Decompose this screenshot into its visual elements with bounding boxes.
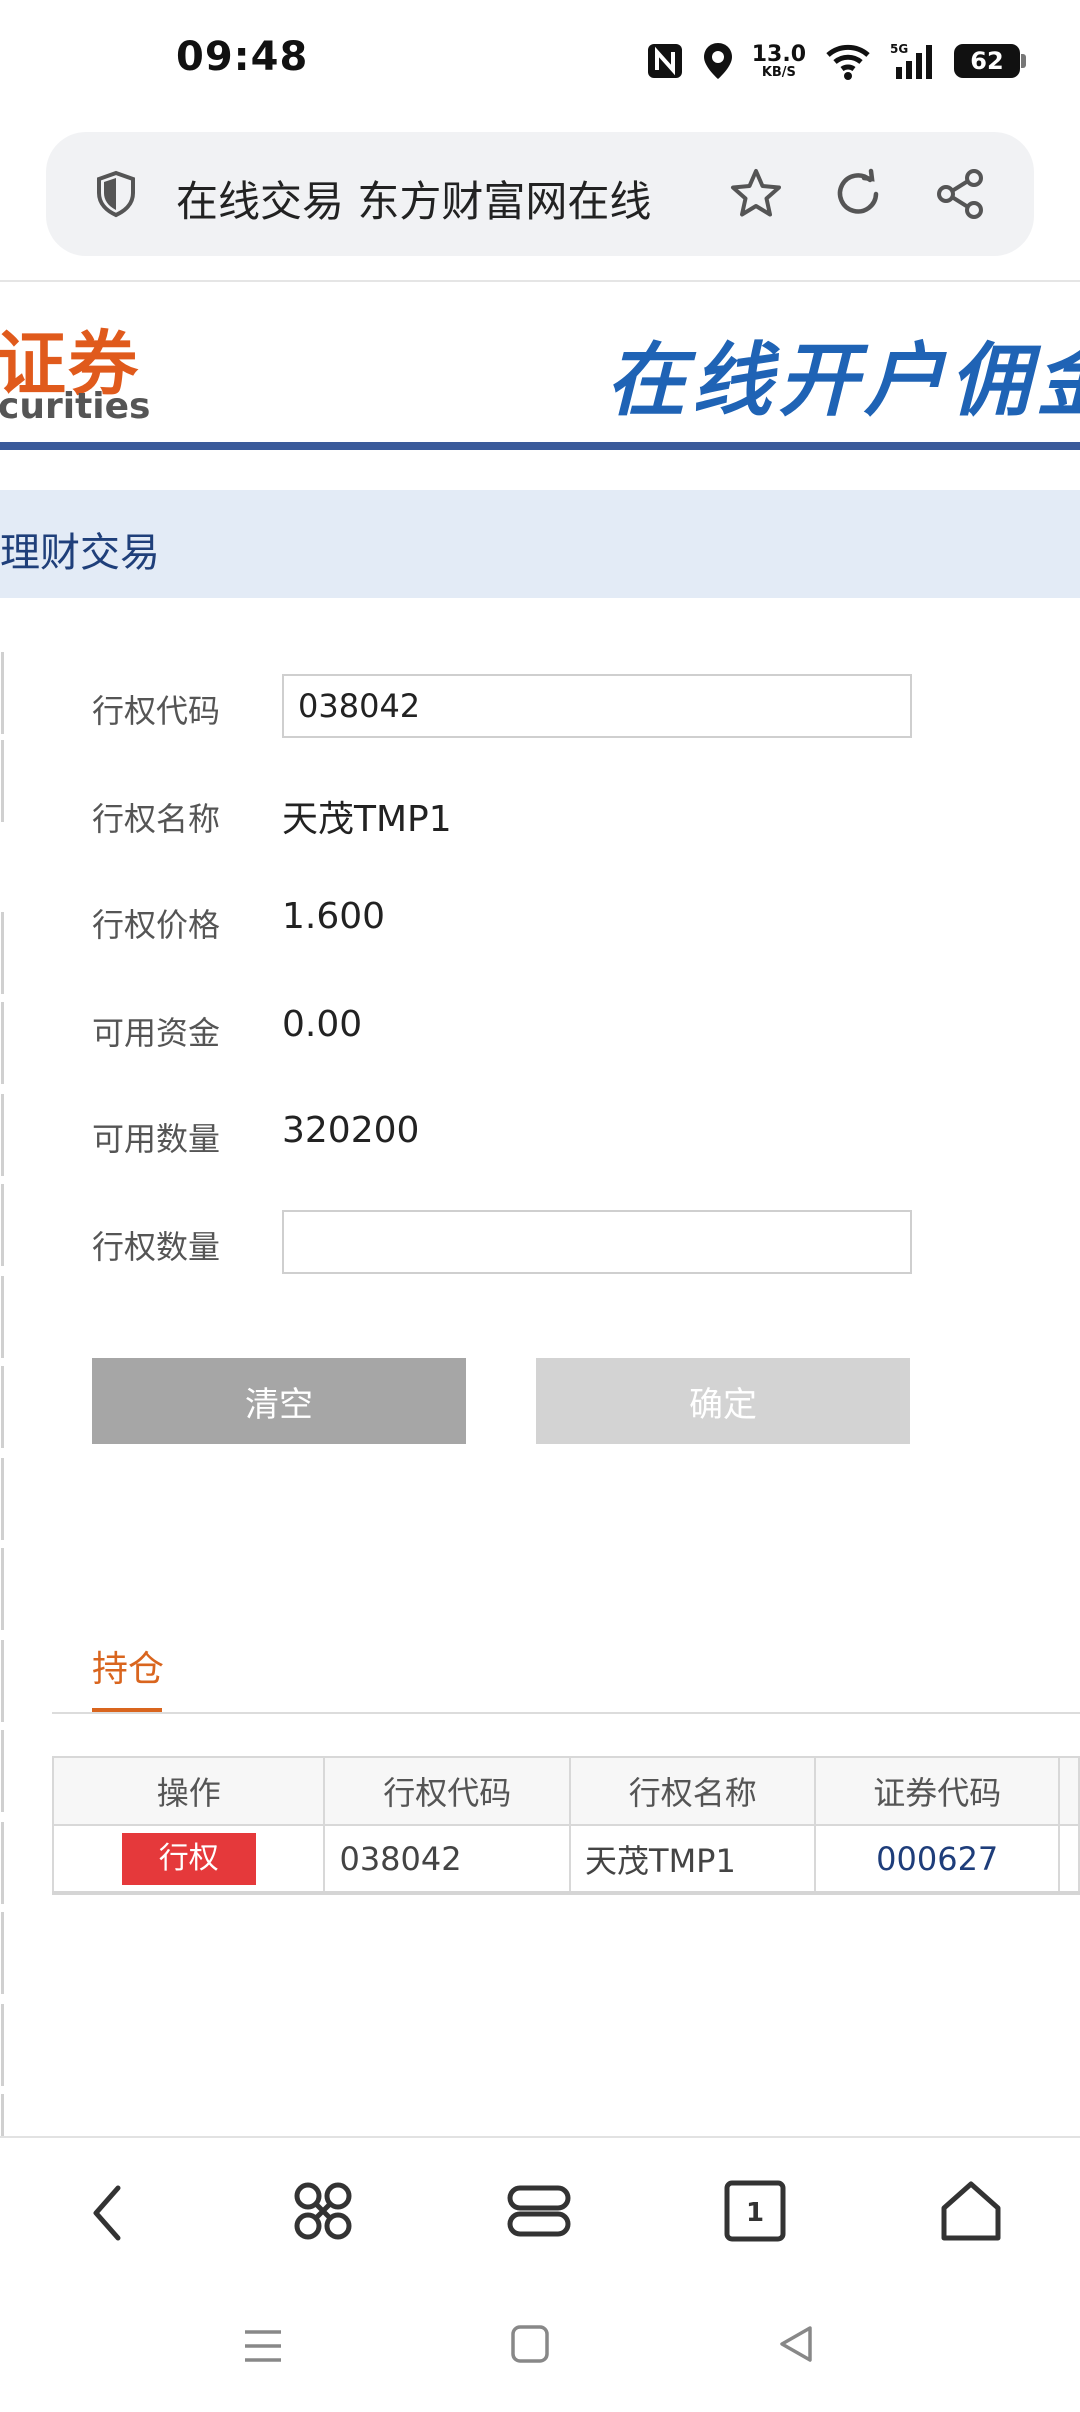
sidebar-fragment xyxy=(0,1640,4,1722)
apps-icon[interactable] xyxy=(290,2178,356,2244)
banner-slogan[interactable]: 在线开户佣金 xyxy=(606,316,1080,432)
sidebar-fragment xyxy=(0,740,4,822)
exercise-quantity-label: 行权数量 xyxy=(92,1228,221,1266)
tabs-icon[interactable]: 1 xyxy=(722,2178,788,2244)
column-header: 行权名称 xyxy=(569,1756,817,1826)
exercise-code-cell: 038042 xyxy=(323,1824,572,1894)
sidebar-fragment xyxy=(0,1366,4,1448)
column-header-cut xyxy=(1057,1756,1080,1826)
table-row: 行权 038042 天茂TMP1 000627 xyxy=(51,1824,1080,1894)
site-banner: 证券 curities 在线开户佣金 xyxy=(0,282,1080,448)
column-header: 操作 xyxy=(51,1756,326,1826)
available-funds-label: 可用资金 xyxy=(92,1014,221,1052)
exercise-name-cell: 天茂TMP1 xyxy=(569,1824,817,1894)
column-header: 证券代码 xyxy=(814,1756,1060,1826)
tab-holdings[interactable]: 持仓 xyxy=(92,1640,164,1692)
battery-indicator: 62 xyxy=(954,44,1026,78)
status-icons: 13.0 KB/S 5G 62 xyxy=(646,36,1026,86)
sidebar-fragment xyxy=(0,912,4,994)
banner-rule xyxy=(0,442,1080,450)
sidebar-fragment xyxy=(0,1458,4,1540)
logo-text-en: curities xyxy=(0,386,151,427)
exercise-quantity-input[interactable] xyxy=(282,1210,912,1274)
action-cell: 行权 xyxy=(51,1824,326,1894)
sidebar-fragment xyxy=(0,1094,4,1176)
wifi-icon xyxy=(826,44,870,80)
exercise-code-input[interactable] xyxy=(282,674,912,738)
sidebar-fragment xyxy=(0,1002,4,1084)
available-quantity-label: 可用数量 xyxy=(92,1120,221,1158)
signal-5g-icon: 5G xyxy=(890,42,932,79)
sidebar-fragment xyxy=(0,652,4,734)
svg-text:5G: 5G xyxy=(890,42,908,56)
available-quantity-value: 320200 xyxy=(282,1110,420,1151)
sidebar-fragment xyxy=(0,1822,4,1904)
sidebar-fragment xyxy=(0,1184,4,1266)
bookmark-star-icon[interactable] xyxy=(728,166,784,222)
exercise-price-value: 1.600 xyxy=(282,896,386,937)
net-speed-unit: KB/S xyxy=(761,64,796,80)
home-icon[interactable] xyxy=(938,2178,1004,2244)
net-speed: 13.0 KB/S xyxy=(751,41,806,80)
menu-icon[interactable] xyxy=(506,2178,572,2244)
exercise-name-label: 行权名称 xyxy=(92,800,221,838)
exercise-code-label: 行权代码 xyxy=(92,692,221,730)
clear-button[interactable]: 清空 xyxy=(92,1358,466,1444)
available-funds-value: 0.00 xyxy=(282,1004,363,1045)
section-title: 理财交易 xyxy=(0,530,160,576)
browser-toolbar: 1 xyxy=(0,2136,1080,2286)
exercise-price-label: 行权价格 xyxy=(92,906,221,944)
sidebar-fragment xyxy=(0,2004,4,2086)
address-bar[interactable]: 在线交易 东方财富网在线 xyxy=(46,132,1034,256)
share-icon[interactable] xyxy=(932,166,988,222)
column-header: 行权代码 xyxy=(323,1756,572,1826)
holdings-table: 操作 行权代码 行权名称 证券代码 行权 038042 天茂TMP1 00062… xyxy=(51,1756,1080,1895)
cut-cell xyxy=(1057,1824,1080,1894)
address-title[interactable]: 在线交易 东方财富网在线 xyxy=(176,168,651,229)
sidebar-fragment xyxy=(0,1730,4,1812)
svg-text:1: 1 xyxy=(746,2198,764,2228)
status-bar: 09:48 13.0 KB/S 5G 62 xyxy=(0,0,1080,120)
exercise-name-value: 天茂TMP1 xyxy=(282,799,452,840)
back-icon[interactable] xyxy=(84,2178,132,2248)
sidebar-fragment xyxy=(0,1276,4,1358)
sidebar-fragment xyxy=(0,1548,4,1630)
sidebar-fragment xyxy=(0,1912,4,1994)
exercise-button[interactable]: 行权 xyxy=(121,1832,256,1885)
status-time: 09:48 xyxy=(176,34,309,80)
home-button-icon[interactable] xyxy=(510,2324,550,2364)
security-code-link[interactable]: 000627 xyxy=(814,1824,1060,1894)
net-speed-value: 13.0 xyxy=(751,41,806,67)
tab-divider xyxy=(52,1712,1080,1714)
table-header-row: 操作 行权代码 行权名称 证券代码 xyxy=(51,1756,1080,1826)
back-triangle-icon[interactable] xyxy=(776,2324,816,2364)
system-navigation-bar xyxy=(0,2286,1080,2412)
section-header: 理财交易 xyxy=(0,490,1080,598)
recent-apps-icon[interactable] xyxy=(242,2326,284,2366)
confirm-button[interactable]: 确定 xyxy=(536,1358,910,1444)
reload-icon[interactable] xyxy=(830,166,886,222)
location-icon xyxy=(703,43,732,79)
shield-icon[interactable] xyxy=(94,170,138,218)
nfc-icon xyxy=(647,44,682,78)
